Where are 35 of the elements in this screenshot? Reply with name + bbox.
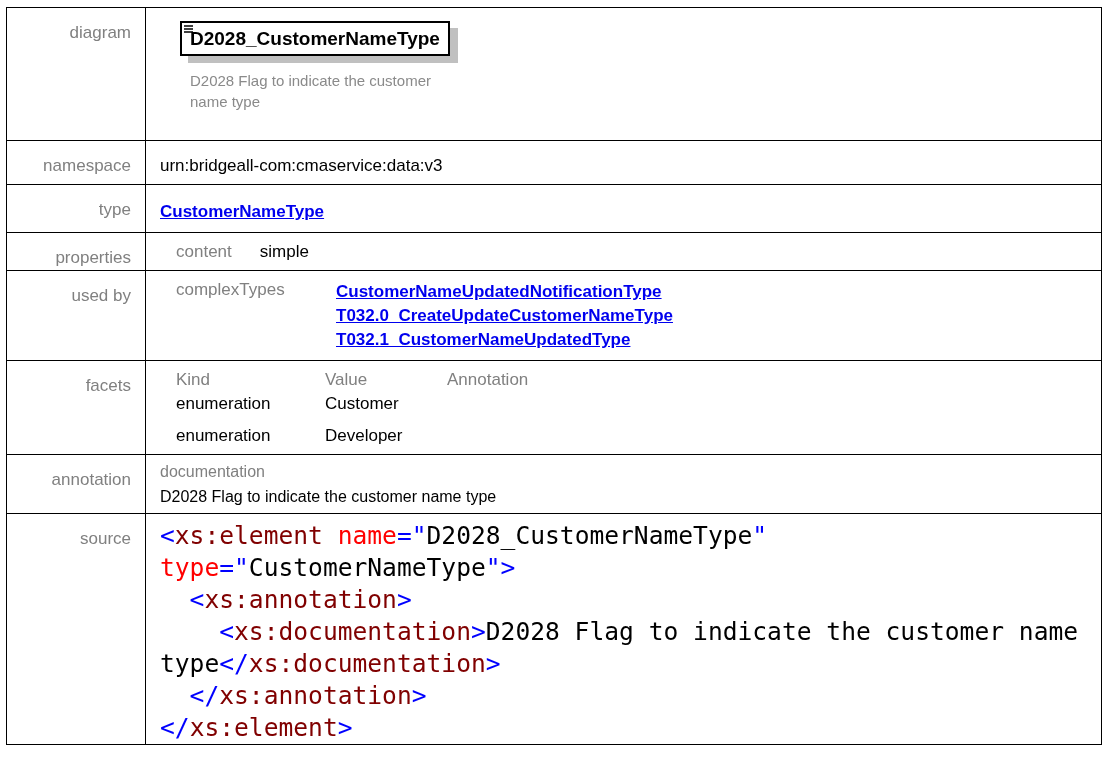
annotation-heading: documentation (160, 462, 266, 482)
annotation-text: D2028 Flag to indicate the customer name type (160, 487, 498, 507)
table-cell-text: Customer (325, 394, 400, 414)
table-cell-text: enumeration (176, 425, 272, 446)
property-value: simple (259, 242, 309, 261)
type-link[interactable]: T032.1_CustomerNameUpdatedType (336, 328, 631, 352)
list-lines-icon (184, 25, 193, 33)
type-link[interactable]: CustomerNameType (160, 200, 325, 224)
property-name: content (176, 242, 232, 261)
code-line: <xs:documentation>D2028 Flag to indicate the customer name (218, 616, 1080, 648)
category-label: complexTypes (176, 280, 286, 301)
element-name: D2028_CustomerNameType (190, 28, 440, 49)
row-label: type (98, 200, 131, 219)
column-header: Annotation (447, 370, 529, 390)
row-label: diagram (69, 23, 131, 42)
type-link[interactable]: T032.0_CreateUpdateCustomerNameType (336, 304, 673, 328)
code-line: <xs:annotation> (188, 584, 413, 616)
code-line: </xs:annotation> (188, 680, 428, 712)
code-line: <xs:element name="D2028_CustomerNameType" (160, 520, 769, 552)
type-link[interactable]: CustomerNameUpdatedNotificationType (336, 280, 662, 304)
namespace-value: urn:bridgeall-com:cmaservice:data:v3 (160, 156, 443, 175)
code-line: type="CustomerNameType"> (160, 552, 517, 584)
row-label: namespace (43, 156, 131, 175)
row-label: source (79, 529, 131, 548)
code-line: </xs:element> (160, 712, 354, 744)
row-label: annotation (51, 470, 131, 489)
column-header: Kind (176, 370, 212, 390)
column-header: Value (325, 370, 369, 390)
element-description: D2028 Flag to indicate the customer name type (189, 71, 432, 112)
table-cell-text: Developer (325, 425, 404, 446)
row-label: used by (71, 286, 131, 305)
row-label: properties (55, 248, 131, 267)
row-label: facets (85, 376, 131, 395)
table-cell-text: enumeration (176, 394, 272, 414)
code-line: type</xs:documentation> (160, 648, 502, 680)
